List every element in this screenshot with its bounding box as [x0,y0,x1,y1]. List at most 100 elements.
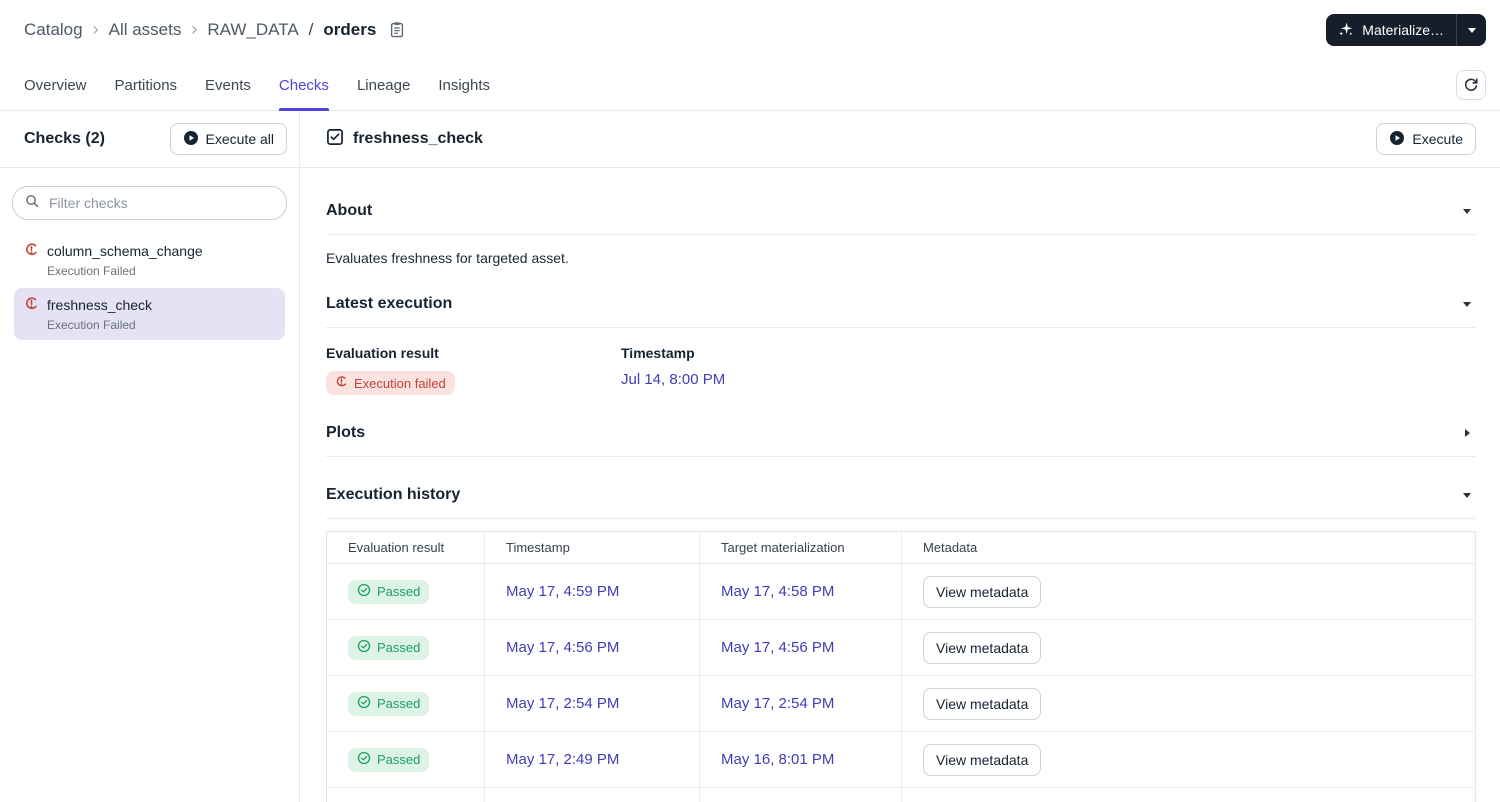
check-detail-header: freshness_check Execute [300,111,1500,168]
check-circle-icon [357,695,371,712]
play-circle-icon [183,130,199,149]
passed-badge: Passed [348,747,430,772]
check-title: freshness_check [326,128,483,151]
timestamp-column: Timestamp Jul 14, 8:00 PM [621,345,725,395]
checks-count-title: Checks (2) [24,130,105,147]
tab-overview[interactable]: Overview [24,60,87,110]
app-header: Catalog › All assets › RAW_DATA / orders… [0,0,1500,60]
timestamp-label: Timestamp [621,345,695,361]
section-latest-execution: Latest execution Evaluation result Execu… [326,295,1476,395]
copy-asset-name-icon[interactable] [388,21,406,39]
asset-name: orders [323,20,377,39]
play-circle-icon [1389,130,1405,149]
tab-partitions[interactable]: Partitions [115,60,178,110]
chevron-right-icon [1465,429,1470,437]
filter-checks-box [12,186,287,220]
workspace: Checks (2) Execute all Filter checks col… [0,111,1500,802]
execution-failed-badge: Execution failed [326,371,455,395]
chevron-down-icon [1467,27,1476,33]
view-metadata-button[interactable]: View metadata [923,743,1042,776]
refresh-button[interactable] [1456,70,1486,100]
check-status: Execution Failed [47,264,136,278]
breadcrumb-separator-icon: › [191,19,198,39]
table-row: Passed May 17, 4:59 PM May 17, 4:58 PM V… [326,563,1476,620]
chevron-down-icon [1463,208,1471,214]
execution-timestamp-link[interactable]: May 17, 2:54 PM [506,695,619,712]
section-title: Execution history [326,486,461,503]
execution-timestamp-link[interactable]: May 17, 2:49 PM [506,751,619,768]
passed-badge-label: Passed [377,752,421,767]
breadcrumb: Catalog › All assets › RAW_DATA / orders [24,20,406,40]
execution-failed-icon [335,375,348,391]
check-square-icon [326,128,344,151]
filter-checks-input[interactable] [47,194,274,212]
check-list: column_schema_change Execution Failed fr… [12,234,287,340]
passed-badge: Passed [348,579,430,604]
execute-button[interactable]: Execute [1376,123,1476,155]
evaluation-result-label: Evaluation result [326,345,439,361]
execution-failed-icon [24,242,39,260]
view-metadata-button[interactable]: View metadata [923,631,1042,664]
tab-checks[interactable]: Checks [278,60,329,111]
breadcrumb-all-assets[interactable]: All assets [109,20,182,40]
execution-timestamp-link[interactable]: May 17, 4:59 PM [506,583,619,600]
execute-label: Execute [1412,131,1463,147]
checks-sidebar-header: Checks (2) Execute all [0,111,299,168]
target-materialization-link[interactable]: May 17, 2:54 PM [721,695,834,712]
check-name: column_schema_change [47,243,203,259]
section-execution-history-header[interactable]: Execution history [326,486,1476,504]
view-metadata-button[interactable]: View metadata [923,687,1042,720]
table-header-row: Evaluation result Timestamp Target mater… [326,531,1476,564]
execute-all-label: Execute all [205,131,274,147]
check-circle-icon [357,639,371,656]
breadcrumb-asset-group[interactable]: RAW_DATA [207,20,298,40]
execution-timestamp-link[interactable]: May 17, 4:56 PM [506,639,619,656]
evaluation-result-column: Evaluation result Execution failed [326,345,621,395]
section-latest-execution-header[interactable]: Latest execution [326,295,1476,313]
table-row: Passed May 17, 2:54 PM May 17, 2:54 PM V… [326,675,1476,732]
tab-events[interactable]: Events [205,60,251,110]
target-materialization-link[interactable]: May 16, 8:01 PM [721,751,834,768]
check-status: Execution Failed [47,318,136,332]
check-list-item-freshness-check[interactable]: freshness_check Execution Failed [14,288,285,340]
execution-failed-badge-label: Execution failed [354,375,446,391]
check-detail-panel: freshness_check Execute About Evaluates … [300,111,1500,802]
column-header-evaluation-result: Evaluation result [326,531,485,564]
check-list-item-column-schema-change[interactable]: column_schema_change Execution Failed [14,234,285,286]
materialize-dropdown-button[interactable] [1456,14,1486,46]
check-detail-body: About Evaluates freshness for targeted a… [300,168,1500,802]
checks-sidebar-body: column_schema_change Execution Failed fr… [0,168,299,340]
section-about-header[interactable]: About [326,202,1476,220]
tab-insights[interactable]: Insights [438,60,490,110]
breadcrumb-catalog[interactable]: Catalog [24,20,83,40]
check-name: freshness_check [47,297,153,313]
table-row: Passed May 17, 4:56 PM May 17, 4:56 PM V… [326,619,1476,676]
tab-lineage[interactable]: Lineage [357,60,410,110]
view-metadata-button[interactable]: View metadata [923,575,1042,608]
passed-badge: Passed [348,635,430,660]
column-header-timestamp: Timestamp [484,531,700,564]
target-materialization-link[interactable]: May 17, 4:58 PM [721,583,834,600]
section-about: About Evaluates freshness for targeted a… [326,202,1476,266]
check-circle-icon [357,751,371,768]
breadcrumb-separator-icon: › [92,19,99,39]
divider [326,518,1476,519]
asset-tab-bar: Overview Partitions Events Checks Lineag… [0,60,1500,111]
refresh-icon [1464,78,1478,91]
search-icon [25,194,39,213]
execute-all-button[interactable]: Execute all [169,123,287,155]
latest-timestamp-link[interactable]: Jul 14, 8:00 PM [621,371,725,388]
passed-badge-label: Passed [377,584,421,599]
asset-path-divider: / [308,20,314,39]
passed-badge-label: Passed [377,640,421,655]
passed-badge-label: Passed [377,696,421,711]
materialize-button[interactable]: Materialize… [1326,14,1456,46]
passed-badge: Passed [348,691,430,716]
table-row-partial [326,787,1476,802]
divider [326,456,1476,457]
column-header-target-materialization: Target materialization [699,531,902,564]
target-materialization-link[interactable]: May 17, 4:56 PM [721,639,834,656]
section-plots-header[interactable]: Plots [326,424,1476,442]
divider [326,327,1476,328]
chevron-down-icon [1463,301,1471,307]
